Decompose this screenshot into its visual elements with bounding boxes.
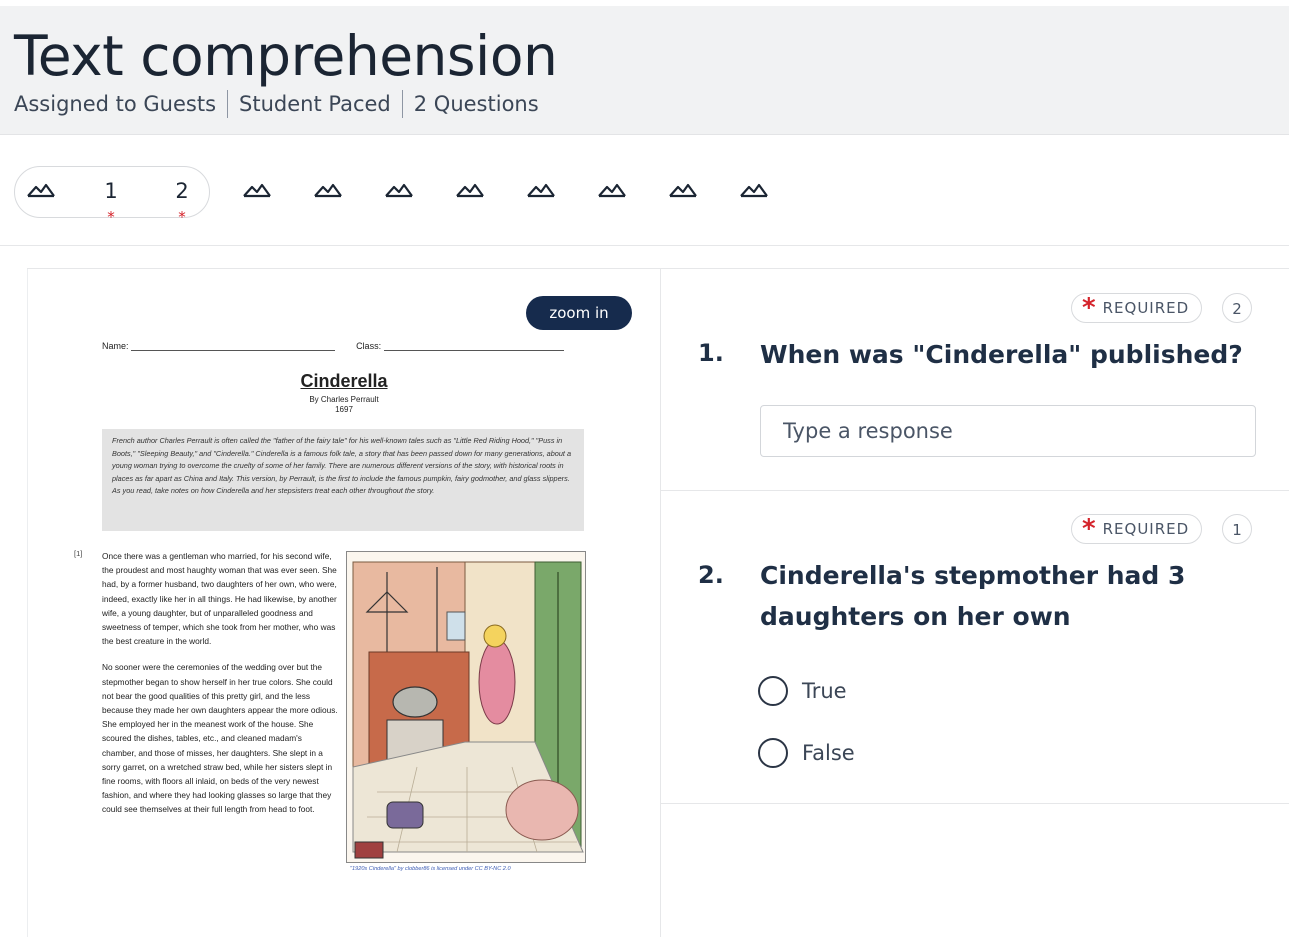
document-intro: French author Charles Perrault is often …	[102, 429, 584, 531]
points-badge: 1	[1222, 514, 1252, 544]
mountain-image-icon	[314, 183, 342, 198]
option-false[interactable]: False	[758, 738, 855, 768]
name-field-line	[131, 341, 336, 351]
nav-slide-image-7[interactable]	[590, 166, 634, 216]
name-class-fields: Name: Class:	[102, 341, 582, 351]
nav-slide-image-5[interactable]	[448, 166, 492, 216]
class-field-label: Class:	[356, 341, 382, 351]
nav-question-1[interactable]: 1 *	[89, 166, 133, 225]
image-credit-link[interactable]: "1920s Cinderella" by clobber86 is licen…	[350, 866, 511, 872]
question-count-label: 2 Questions	[413, 92, 539, 116]
document-author: By Charles Perrault	[309, 395, 379, 404]
story-text: Once there was a gentleman who married, …	[102, 549, 338, 829]
question-card-2: * REQUIRED 1 2. Cinderella's stepmother …	[660, 490, 1289, 804]
kitchen-scene-illustration	[347, 552, 585, 862]
points-badge: 2	[1222, 293, 1252, 323]
question-number: 1.	[698, 339, 724, 367]
cinderella-illustration	[346, 551, 586, 863]
response-input[interactable]	[760, 405, 1256, 457]
nav-slide-image-4[interactable]	[377, 166, 421, 216]
mountain-image-icon	[527, 183, 555, 198]
option-true[interactable]: True	[758, 676, 847, 706]
radio-button[interactable]	[758, 676, 788, 706]
radio-button[interactable]	[758, 738, 788, 768]
question-text: When was "Cinderella" published?	[760, 340, 1243, 369]
question-text: Cinderella's stepmother had 3 daughters …	[760, 555, 1185, 637]
mountain-image-icon	[27, 183, 55, 198]
story-paragraph: Once there was a gentleman who married, …	[102, 551, 337, 647]
question-number: 2.	[698, 561, 724, 589]
assigned-to-label: Assigned to Guests	[14, 92, 217, 116]
mountain-image-icon	[669, 183, 697, 198]
assignment-header: Text comprehension Assigned to Guests St…	[0, 6, 1289, 135]
document-title: Cinderella	[300, 371, 388, 391]
nav-question-2[interactable]: 2 *	[160, 166, 204, 225]
question-text-line: Cinderella's stepmother had 3	[760, 561, 1186, 590]
nav-slide-image-3[interactable]	[306, 166, 350, 216]
mountain-image-icon	[385, 183, 413, 198]
name-field-label: Name:	[102, 341, 129, 351]
option-label: True	[802, 679, 847, 703]
pacing-label: Student Paced	[239, 92, 391, 116]
required-mark: *	[107, 208, 115, 226]
assignment-meta: Assigned to Guests Student Paced 2 Quest…	[14, 90, 539, 118]
option-label: False	[802, 741, 855, 765]
meta-divider	[227, 90, 229, 118]
mountain-image-icon	[243, 183, 271, 198]
required-badge: * REQUIRED	[1071, 514, 1203, 544]
story-paragraph: No sooner were the ceremonies of the wed…	[102, 662, 338, 815]
reading-document-pane: zoom in Name: Class: Cinderella By Charl…	[27, 269, 661, 937]
required-mark: *	[178, 208, 186, 226]
document-byline: By Charles Perrault 1697	[74, 395, 614, 415]
question-card-1: * REQUIRED 2 1. When was "Cinderella" pu…	[660, 269, 1289, 491]
required-label: REQUIRED	[1102, 299, 1190, 317]
reading-document: Name: Class: Cinderella By Charles Perra…	[74, 339, 594, 939]
class-field-line	[383, 341, 564, 351]
zoom-in-button[interactable]: zoom in	[526, 296, 632, 330]
required-badge: * REQUIRED	[1071, 293, 1203, 323]
mountain-image-icon	[598, 183, 626, 198]
question-text-line: daughters on her own	[760, 602, 1071, 631]
required-asterisk-icon: *	[1082, 293, 1097, 323]
document-year: 1697	[335, 405, 353, 414]
paragraph-number: [1]	[74, 549, 83, 558]
mountain-image-icon	[740, 183, 768, 198]
nav-slide-image-6[interactable]	[519, 166, 563, 216]
nav-slide-image-1[interactable]	[19, 166, 63, 216]
page-title: Text comprehension	[14, 24, 558, 88]
nav-slide-image-8[interactable]	[661, 166, 705, 216]
meta-divider	[401, 90, 403, 118]
required-label: REQUIRED	[1102, 520, 1190, 538]
questions-pane: * REQUIRED 2 1. When was "Cinderella" pu…	[660, 269, 1289, 937]
slide-navigation: 1 * 2 *	[0, 140, 1289, 246]
nav-slide-image-2[interactable]	[235, 166, 279, 216]
mountain-image-icon	[456, 183, 484, 198]
slide-content: zoom in Name: Class: Cinderella By Charl…	[27, 268, 1289, 937]
nav-slide-image-9[interactable]	[732, 166, 776, 216]
required-asterisk-icon: *	[1082, 514, 1097, 544]
